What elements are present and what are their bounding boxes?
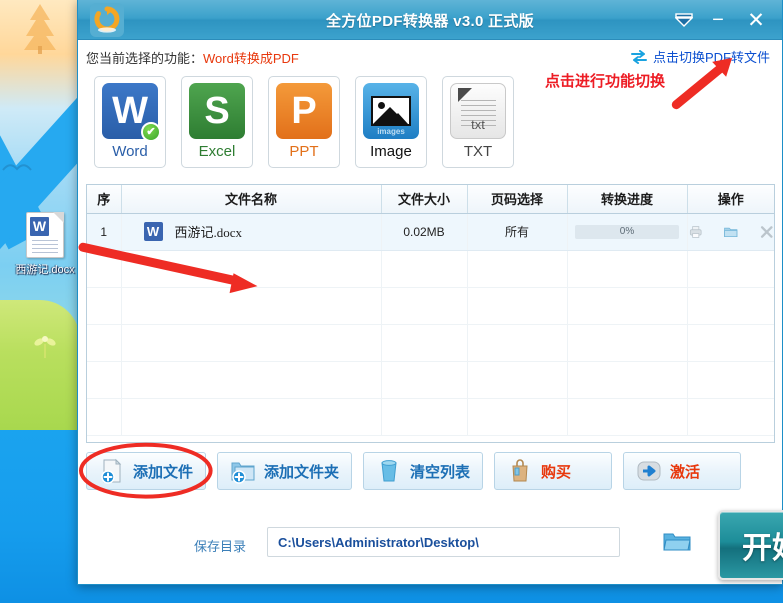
desktop-file-icon[interactable]: W 西游记.docx: [10, 212, 80, 277]
cell-progress: 0%: [567, 213, 688, 251]
desktop-file-label: 西游记.docx: [15, 264, 75, 276]
document-lines: [32, 240, 58, 256]
add-folder-button[interactable]: 添加文件夹: [217, 452, 353, 490]
format-button-excel[interactable]: S Excel: [181, 76, 253, 168]
image-tile-caption: images: [377, 127, 405, 136]
cell-size: 0.02MB: [381, 213, 468, 251]
cell-filename: W 西游记.docx: [121, 213, 382, 251]
column-header-index[interactable]: 序: [87, 185, 122, 214]
format-label-word: Word: [112, 143, 148, 160]
format-button-txt[interactable]: txt TXT: [442, 76, 514, 168]
folder-open-icon[interactable]: [662, 529, 692, 555]
paper-icon: txt: [456, 88, 500, 134]
column-header-pages[interactable]: 页码选择: [467, 185, 568, 214]
start-button[interactable]: 开始: [718, 510, 783, 580]
wallpaper-flower-icon: [34, 336, 56, 358]
chevron-down-icon: [675, 13, 693, 27]
close-button[interactable]: ✕: [742, 6, 770, 34]
table-row[interactable]: 1 W 西游记.docx 0.02MB 所有 0%: [87, 213, 775, 251]
save-path-input[interactable]: [267, 527, 620, 557]
format-label-image: Image: [370, 143, 412, 160]
excel-tile-icon: S: [189, 83, 245, 139]
current-function-label: 您当前选择的功能：: [86, 51, 204, 66]
file-table: 序 文件名称 文件大小 页码选择 转换进度 操作 1 W 西游记.docx 0.…: [87, 185, 774, 436]
save-directory-label: 保存目录: [194, 539, 247, 554]
activate-label: 激活: [670, 464, 701, 481]
filename-text: 西游记.docx: [174, 225, 243, 240]
annotation-switch-hint: 点击进行功能切换: [545, 73, 666, 90]
folder-plus-icon: [231, 462, 255, 484]
minimize-glyph: −: [712, 9, 724, 31]
title-bar[interactable]: 全方位PDF转换器 v3.0 正式版 − ✕: [78, 0, 782, 40]
page-fold: [53, 212, 64, 223]
table-row-empty: [87, 250, 774, 288]
column-header-progress[interactable]: 转换进度: [567, 185, 688, 214]
txt-tile-icon: txt: [450, 83, 506, 139]
action-button-bar: 添加文件 添加文件夹 清空列表 购买 激活: [86, 452, 742, 490]
wallpaper-bird-icon: [2, 164, 32, 171]
file-plus-icon: [101, 458, 122, 484]
format-button-image[interactable]: images Image: [355, 76, 427, 168]
table-row-empty: [87, 398, 774, 436]
start-label: 开始: [742, 532, 783, 565]
wallpaper-grass: [0, 300, 80, 430]
arrow-badge-icon: [637, 461, 661, 481]
word-document-icon: W: [26, 212, 64, 258]
buy-label: 购买: [541, 464, 572, 481]
swap-arrows-icon: [630, 49, 647, 64]
close-glyph: ✕: [747, 8, 765, 32]
switch-mode-label: 点击切换PDF转文件: [652, 50, 770, 65]
cell-pages[interactable]: 所有: [467, 213, 568, 251]
format-button-group: W ✔ Word S Excel P PPT images Image txt …: [94, 76, 514, 168]
trash-icon: [381, 460, 397, 482]
picture-icon: [371, 96, 411, 126]
minimize-button[interactable]: −: [704, 6, 732, 34]
word-letter: W: [30, 217, 49, 236]
progress-text: 0%: [619, 225, 635, 237]
clear-list-label: 清空列表: [410, 464, 471, 481]
column-header-actions[interactable]: 操作: [687, 185, 774, 214]
ppt-tile-letter: P: [291, 89, 317, 132]
format-button-word[interactable]: W ✔ Word: [94, 76, 166, 168]
add-folder-label: 添加文件夹: [264, 464, 340, 481]
remove-icon[interactable]: [759, 223, 775, 241]
format-button-ppt[interactable]: P PPT: [268, 76, 340, 168]
folder-icon[interactable]: [723, 223, 739, 241]
print-icon[interactable]: [688, 223, 704, 241]
format-label-txt: TXT: [463, 143, 493, 160]
current-function-line: 您当前选择的功能：Word转换成PDF: [86, 48, 299, 67]
word-tile-icon: W ✔: [102, 83, 161, 142]
clear-list-button[interactable]: 清空列表: [363, 452, 484, 490]
add-file-label: 添加文件: [133, 464, 194, 481]
add-file-button[interactable]: 添加文件: [86, 452, 207, 490]
file-list-panel: 序 文件名称 文件大小 页码选择 转换进度 操作 1 W 西游记.docx 0.…: [86, 184, 775, 443]
table-row-empty: [87, 361, 774, 399]
column-header-filename[interactable]: 文件名称: [121, 185, 382, 214]
collapse-button[interactable]: [670, 6, 698, 34]
buy-button[interactable]: 购买: [494, 452, 613, 490]
progress-bar: 0%: [575, 224, 679, 239]
image-tile-icon: images: [363, 83, 419, 139]
excel-tile-letter: S: [204, 89, 230, 132]
table-row-empty: [87, 287, 774, 325]
application-window: 全方位PDF转换器 v3.0 正式版 − ✕ 您当前选择的功能：Word转换成P…: [77, 0, 783, 585]
switch-mode-link[interactable]: 点击切换PDF转文件: [630, 47, 770, 66]
current-function-value: Word转换成PDF: [203, 51, 299, 66]
selected-check-icon: ✔: [141, 122, 161, 142]
table-row-empty: [87, 324, 774, 362]
cell-actions: [687, 213, 775, 251]
table-header-row: 序 文件名称 文件大小 页码选择 转换进度 操作: [87, 185, 774, 214]
shopping-bag-icon: [512, 459, 528, 482]
activate-button[interactable]: 激活: [623, 452, 742, 490]
word-file-icon: W: [143, 222, 163, 241]
wallpaper-tree-icon: [24, 4, 56, 54]
save-directory-row: 保存目录 开始: [86, 510, 783, 580]
cell-index: 1: [87, 213, 122, 251]
ppt-tile-icon: P: [276, 83, 332, 139]
format-label-ppt: PPT: [289, 143, 319, 160]
mountain-shape-small: [388, 113, 408, 124]
format-label-excel: Excel: [198, 143, 236, 160]
column-header-size[interactable]: 文件大小: [381, 185, 468, 214]
txt-tile-caption: txt: [471, 117, 485, 132]
